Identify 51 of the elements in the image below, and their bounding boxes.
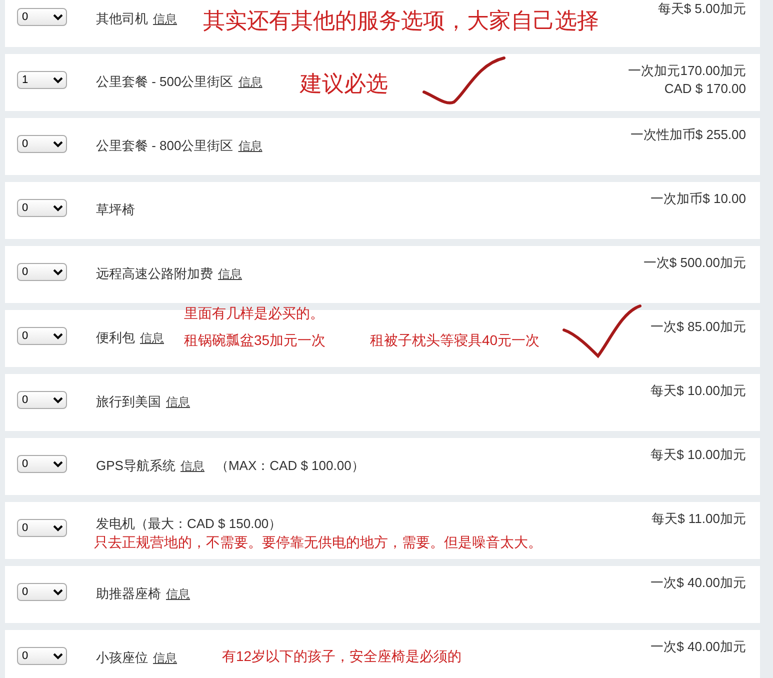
price-text: 一次$ 40.00加元 [650, 574, 746, 592]
info-link[interactable]: 信息 [166, 586, 190, 603]
quantity-select[interactable]: 0 [17, 455, 67, 473]
option-name: 发电机（最大：CAD $ 150.00） [96, 515, 282, 533]
option-name: GPS导航系统 [96, 457, 176, 475]
quantity-select[interactable]: 0 [17, 135, 67, 153]
annotation-text: 其实还有其他的服务选项，大家自己选择 [203, 7, 599, 35]
price-text: 一次性加币$ 255.00 [630, 126, 746, 144]
option-name: 助推器座椅 [96, 585, 161, 603]
price-text: 一次$ 40.00加元 [650, 638, 746, 656]
quantity-select[interactable]: 0 [17, 263, 67, 281]
info-link[interactable]: 信息 [153, 11, 177, 28]
annotation-text: 租被子枕头等寝具40元一次 [370, 332, 540, 350]
price-text: 一次加币$ 10.00 [650, 190, 746, 208]
annotation-text: 租锅碗瓢盆35加元一次 [184, 332, 326, 350]
price-text: 一次加元170.00加元 [628, 62, 746, 80]
option-name: 草坪椅 [96, 201, 135, 219]
info-link[interactable]: 信息 [218, 266, 242, 283]
price-text: CAD $ 170.00 [664, 80, 746, 98]
quantity-select[interactable]: 0 [17, 8, 67, 26]
option-name: 旅行到美国 [96, 393, 161, 411]
annotation-text: 只去正规营地的，不需要。要停靠无供电的地方，需要。但是噪音太大。 [94, 534, 543, 552]
option-name: 公里套餐 - 500公里街区 [96, 73, 234, 91]
option-name: 其他司机 [96, 10, 148, 28]
option-name: 便利包 [96, 329, 135, 347]
price-text: 每天$ 10.00加元 [650, 446, 746, 464]
info-link[interactable]: 信息 [153, 650, 177, 667]
option-name: 小孩座位 [96, 649, 148, 667]
annotation-text: 建议必选 [300, 70, 388, 98]
option-name: 公里套餐 - 800公里街区 [96, 137, 234, 155]
info-link[interactable]: 信息 [238, 74, 262, 91]
info-link[interactable]: 信息 [166, 394, 190, 411]
price-text: 每天$ 11.00加元 [652, 510, 746, 528]
price-text: 一次$ 500.00加元 [643, 254, 746, 272]
max-note: （MAX：CAD $ 100.00） [215, 457, 364, 475]
annotation-text: 里面有几样是必买的。 [184, 305, 324, 323]
option-name: 远程高速公路附加费 [96, 265, 213, 283]
quantity-select[interactable]: 0 [17, 327, 67, 345]
quantity-select[interactable]: 0 [17, 583, 67, 601]
quantity-select[interactable]: 0 [17, 391, 67, 409]
info-link[interactable]: 信息 [140, 330, 164, 347]
quantity-select[interactable]: 1 [17, 71, 67, 89]
annotation-text: 有12岁以下的孩子，安全座椅是必须的 [222, 648, 462, 666]
price-text: 一次$ 85.00加元 [650, 318, 746, 336]
quantity-select[interactable]: 0 [17, 647, 67, 665]
quantity-select[interactable]: 0 [17, 519, 67, 537]
price-text: 每天$ 5.00加元 [658, 0, 746, 18]
price-text: 每天$ 10.00加元 [650, 382, 746, 400]
info-link[interactable]: 信息 [180, 458, 204, 475]
quantity-select[interactable]: 0 [17, 199, 67, 217]
info-link[interactable]: 信息 [238, 138, 262, 155]
